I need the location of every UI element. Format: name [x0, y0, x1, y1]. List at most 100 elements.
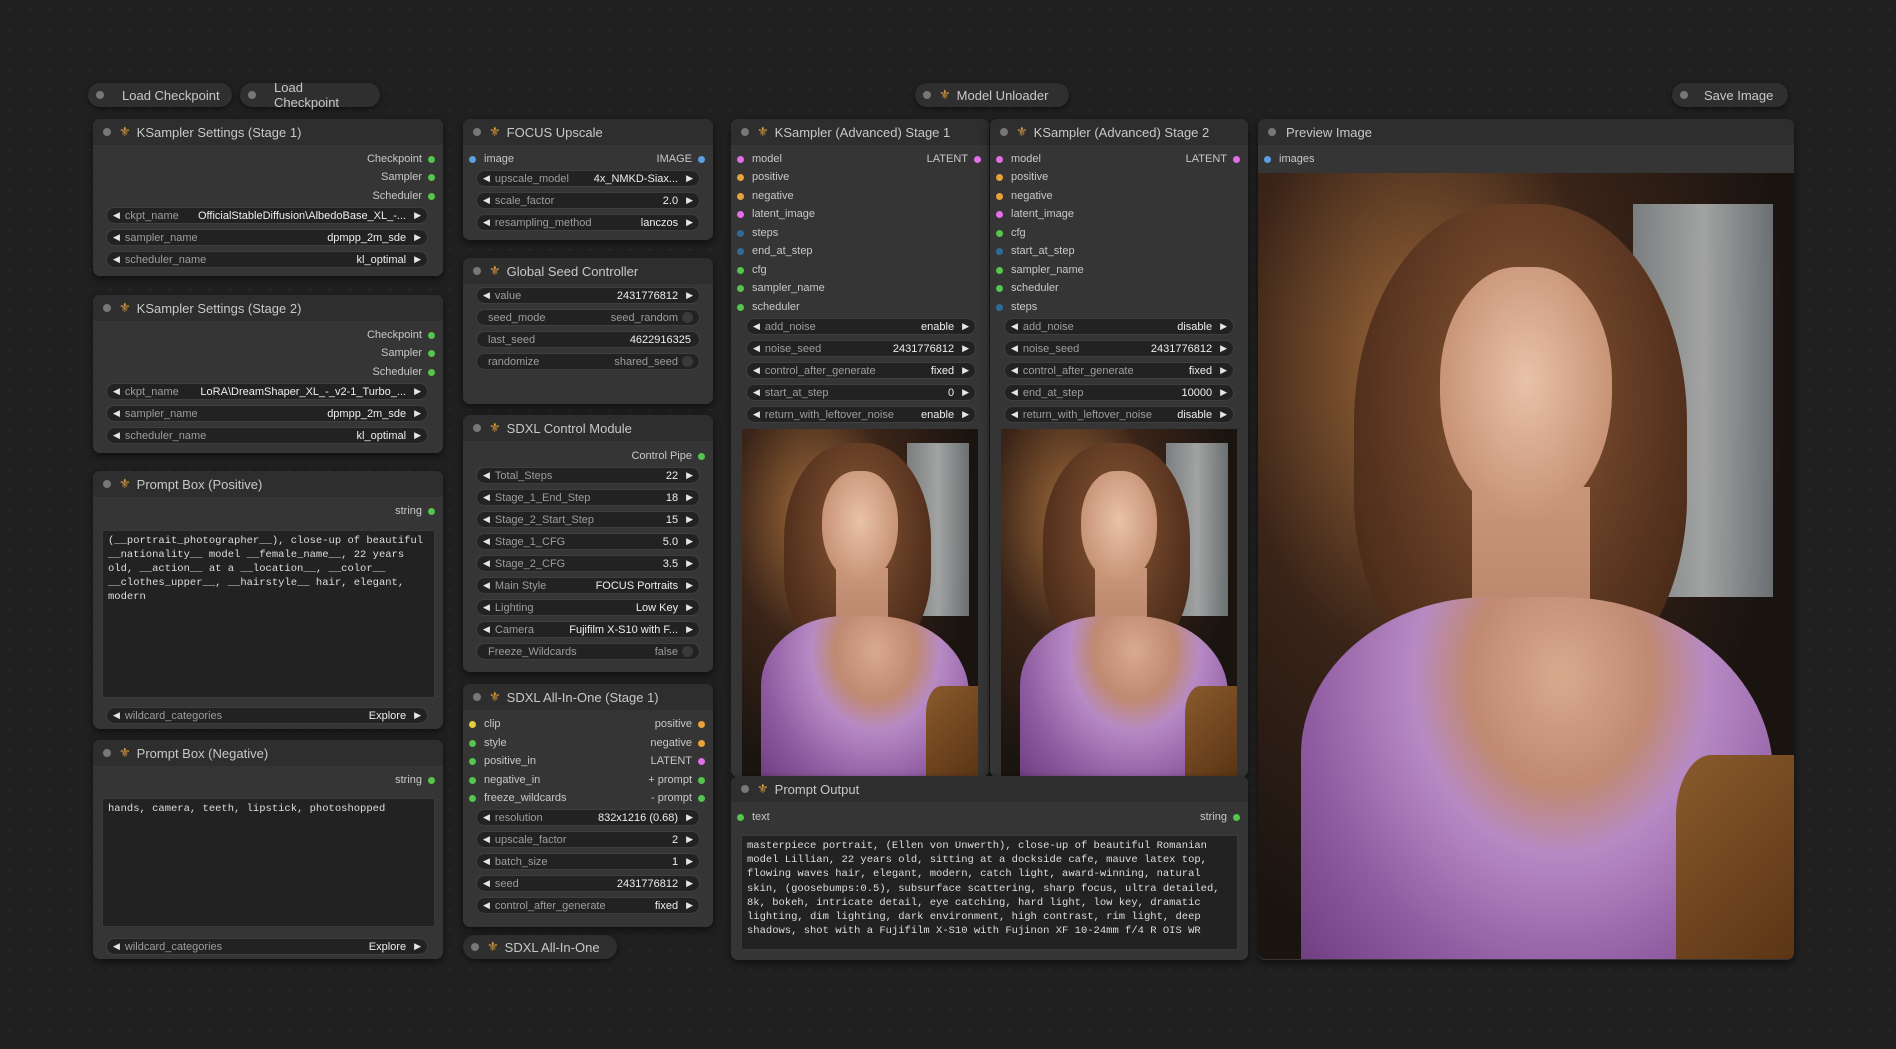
- stage-1-end-step-widget[interactable]: ◀ Stage_1_End_Step 18 ▶: [476, 489, 700, 506]
- arrow-left-icon[interactable]: ◀: [753, 409, 760, 420]
- add-noise-widget[interactable]: ◀ add_noise enable ▶: [746, 318, 976, 335]
- start-at-step-widget[interactable]: ◀ start_at_step 0 ▶: [746, 384, 976, 401]
- collapse-toggle-icon[interactable]: [741, 785, 749, 793]
- collapse-toggle-icon[interactable]: [103, 128, 111, 136]
- arrow-left-icon[interactable]: ◀: [483, 290, 490, 301]
- arrow-left-icon[interactable]: ◀: [753, 387, 760, 398]
- return-with-leftover-noise-widget[interactable]: ◀ return_with_leftover_noise enable ▶: [746, 406, 976, 423]
- arrow-left-icon[interactable]: ◀: [1011, 387, 1018, 398]
- node-title-bar[interactable]: ⚜ KSampler (Advanced) Stage 1: [731, 119, 989, 145]
- output-checkpoint[interactable]: Checkpoint: [367, 327, 435, 343]
- arrow-right-icon[interactable]: ▶: [686, 558, 693, 569]
- prompt-text-area[interactable]: (__portrait_photographer__), close-up of…: [102, 530, 435, 698]
- node-title-bar[interactable]: ⚜ FOCUS Upscale: [463, 119, 713, 145]
- input-socket[interactable]: [996, 266, 1003, 274]
- node-title-bar[interactable]: ⚜ Prompt Box (Positive): [93, 471, 443, 497]
- input-sampler-name[interactable]: sampler_name: [996, 262, 1084, 278]
- arrow-left-icon[interactable]: ◀: [483, 900, 490, 911]
- output-latent[interactable]: LATENT: [1186, 151, 1240, 167]
- input-cfg[interactable]: cfg: [996, 225, 1026, 241]
- input-positive-in[interactable]: positive_in: [469, 753, 536, 769]
- collapse-toggle-icon[interactable]: [471, 943, 479, 951]
- input-negative-in[interactable]: negative_in: [469, 772, 540, 788]
- scheduler-name-widget[interactable]: ◀ scheduler_name kl_optimal ▶: [106, 427, 428, 444]
- arrow-right-icon[interactable]: ▶: [686, 514, 693, 525]
- input-socket[interactable]: [737, 210, 744, 218]
- input-socket[interactable]: [996, 229, 1003, 237]
- output-socket[interactable]: [428, 331, 435, 339]
- arrow-right-icon[interactable]: ▶: [686, 217, 693, 228]
- input-model[interactable]: model: [737, 151, 782, 167]
- collapse-toggle-icon[interactable]: [248, 91, 256, 99]
- input-style[interactable]: style: [469, 735, 507, 751]
- node-preview-image[interactable]: Preview Image images: [1258, 119, 1794, 960]
- last-seed-field[interactable]: last_seed 4622916325: [476, 331, 700, 348]
- collapsed-node-save-image[interactable]: Save Image: [1672, 83, 1788, 107]
- input-steps[interactable]: steps: [996, 299, 1037, 315]
- collapse-toggle-icon[interactable]: [103, 304, 111, 312]
- noise-seed-widget[interactable]: ◀ noise_seed 2431776812 ▶: [1004, 340, 1234, 357]
- node-title-bar[interactable]: ⚜ SDXL Control Module: [463, 415, 713, 441]
- output-socket[interactable]: [698, 757, 705, 765]
- output-plus-prompt[interactable]: + prompt: [648, 772, 705, 788]
- arrow-left-icon[interactable]: ◀: [483, 492, 490, 503]
- control-after-generate-widget[interactable]: ◀ control_after_generate fixed ▶: [476, 897, 700, 914]
- collapse-toggle-icon[interactable]: [473, 267, 481, 275]
- randomize-toggle[interactable]: randomize shared_seed: [476, 353, 700, 370]
- arrow-right-icon[interactable]: ▶: [1220, 321, 1227, 332]
- output-socket[interactable]: [698, 739, 705, 747]
- node-title-bar[interactable]: ⚜ Prompt Box (Negative): [93, 740, 443, 766]
- seed-mode-toggle[interactable]: seed_mode seed_random: [476, 309, 700, 326]
- collapse-toggle-icon[interactable]: [103, 749, 111, 757]
- output-socket[interactable]: [698, 452, 705, 460]
- output-socket[interactable]: [698, 720, 705, 728]
- arrow-right-icon[interactable]: ▶: [686, 195, 693, 206]
- collapse-toggle-icon[interactable]: [1680, 91, 1688, 99]
- upscale-factor-widget[interactable]: ◀ upscale_factor 2 ▶: [476, 831, 700, 848]
- input-socket[interactable]: [737, 155, 744, 163]
- collapsed-node-sdxl-all-in-one[interactable]: ⚜ SDXL All-In-One: [463, 935, 617, 959]
- input-cfg[interactable]: cfg: [737, 262, 767, 278]
- arrow-right-icon[interactable]: ▶: [414, 210, 421, 221]
- control-after-generate-widget[interactable]: ◀ control_after_generate fixed ▶: [1004, 362, 1234, 379]
- arrow-left-icon[interactable]: ◀: [113, 386, 120, 397]
- output-minus-prompt[interactable]: - prompt: [651, 790, 705, 806]
- input-socket[interactable]: [996, 173, 1003, 181]
- output-scheduler[interactable]: Scheduler: [372, 188, 435, 204]
- prompt-output-text[interactable]: masterpiece portrait, (Ellen von Unwerth…: [741, 835, 1238, 950]
- arrow-right-icon[interactable]: ▶: [686, 834, 693, 845]
- arrow-left-icon[interactable]: ◀: [483, 195, 490, 206]
- node-sdxl-control-module[interactable]: ⚜ SDXL Control Module Control Pipe ◀ Tota…: [463, 415, 713, 672]
- input-clip[interactable]: clip: [469, 716, 501, 732]
- collapse-toggle-icon[interactable]: [96, 91, 104, 99]
- arrow-left-icon[interactable]: ◀: [483, 470, 490, 481]
- add-noise-widget[interactable]: ◀ add_noise disable ▶: [1004, 318, 1234, 335]
- collapse-toggle-icon[interactable]: [1000, 128, 1008, 136]
- output-socket[interactable]: [428, 155, 435, 163]
- input-latent-image[interactable]: latent_image: [996, 206, 1074, 222]
- collapsed-node-load-checkpoint-2[interactable]: Load Checkpoint: [240, 80, 380, 110]
- arrow-right-icon[interactable]: ▶: [1220, 387, 1227, 398]
- arrow-right-icon[interactable]: ▶: [686, 856, 693, 867]
- input-socket[interactable]: [737, 813, 744, 821]
- scale-factor-widget[interactable]: ◀ scale_factor 2.0 ▶: [476, 192, 700, 209]
- output-socket[interactable]: [428, 368, 435, 376]
- arrow-right-icon[interactable]: ▶: [686, 624, 693, 635]
- collapse-toggle-icon[interactable]: [473, 693, 481, 701]
- output-socket[interactable]: [698, 794, 705, 802]
- return-with-leftover-noise-widget[interactable]: ◀ return_with_leftover_noise disable ▶: [1004, 406, 1234, 423]
- input-negative[interactable]: negative: [737, 188, 794, 204]
- output-sampler[interactable]: Sampler: [381, 345, 435, 361]
- batch-size-widget[interactable]: ◀ batch_size 1 ▶: [476, 853, 700, 870]
- arrow-left-icon[interactable]: ◀: [483, 514, 490, 525]
- arrow-left-icon[interactable]: ◀: [113, 232, 120, 243]
- node-focus-upscale[interactable]: ⚜ FOCUS Upscale image IMAGE ◀ upscale_mod…: [463, 119, 713, 240]
- input-socket[interactable]: [737, 247, 744, 255]
- arrow-left-icon[interactable]: ◀: [113, 408, 120, 419]
- input-end-at-step[interactable]: end_at_step: [737, 243, 813, 259]
- seed-widget[interactable]: ◀ seed 2431776812 ▶: [476, 875, 700, 892]
- collapse-toggle-icon[interactable]: [923, 91, 931, 99]
- arrow-left-icon[interactable]: ◀: [483, 878, 490, 889]
- arrow-left-icon[interactable]: ◀: [1011, 321, 1018, 332]
- arrow-right-icon[interactable]: ▶: [686, 492, 693, 503]
